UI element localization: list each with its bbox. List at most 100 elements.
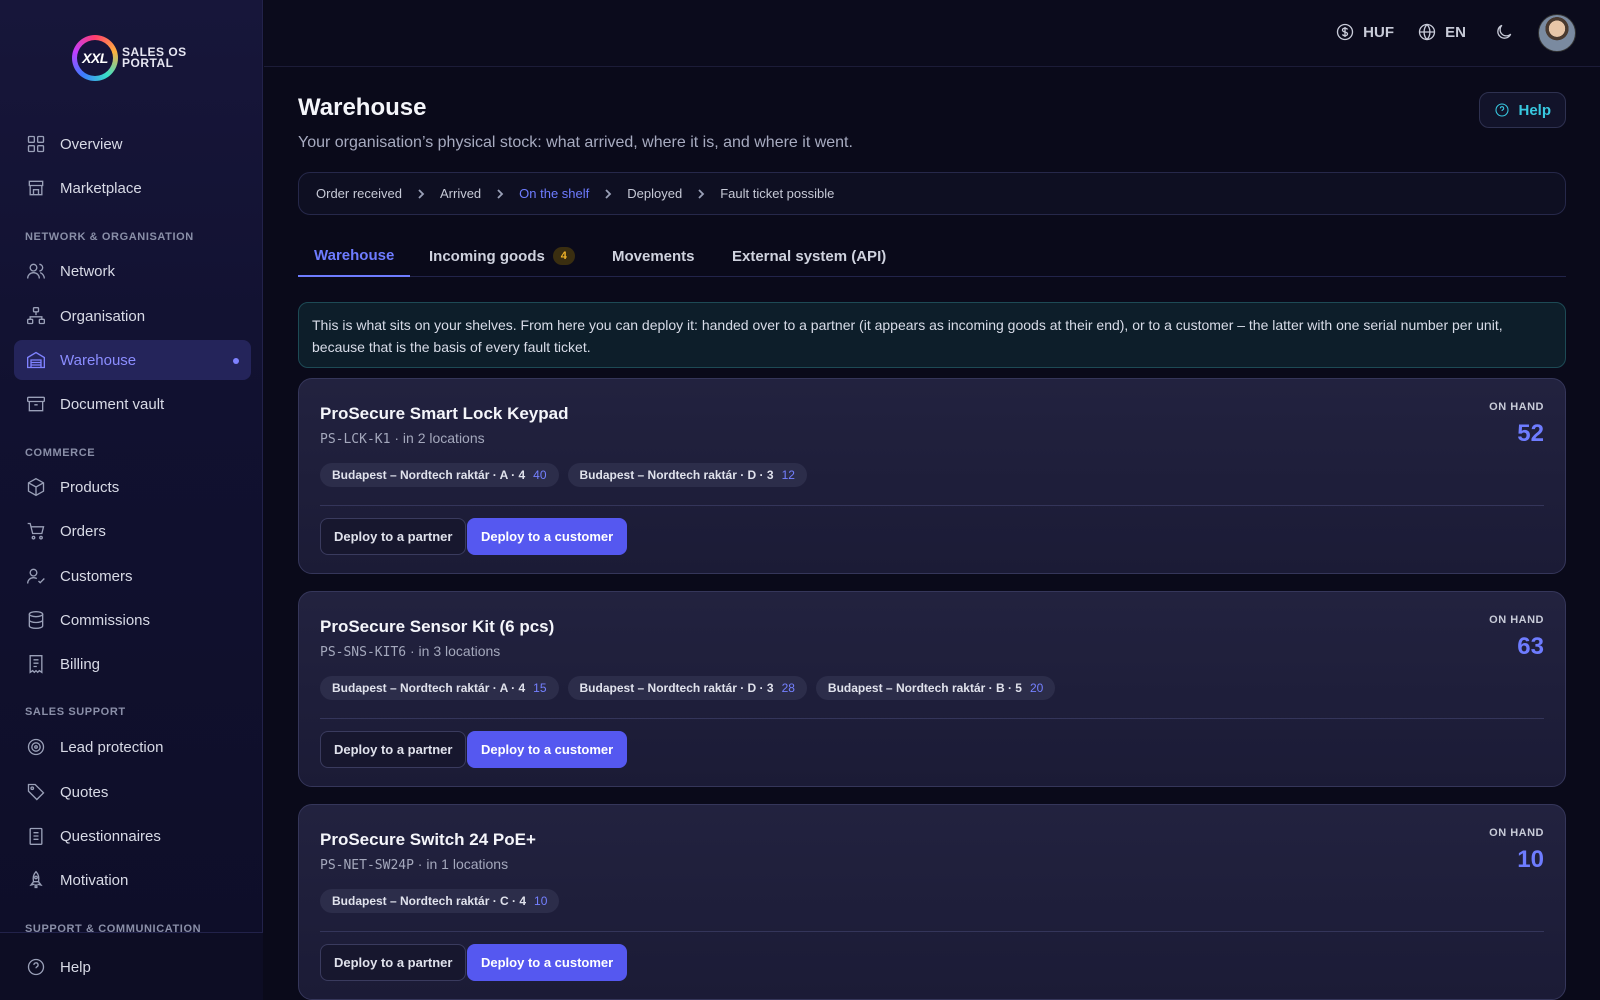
- database-icon: [28, 611, 44, 630]
- product-name: ProSecure Smart Lock Keypad: [320, 404, 569, 423]
- tab-incoming-goods[interactable]: Incoming goods 4: [413, 235, 591, 277]
- sidebar-item-label: Organisation: [60, 307, 146, 325]
- help-circle-icon: [1495, 103, 1510, 117]
- sidebar-item-commissions[interactable]: Commissions: [14, 600, 251, 640]
- deploy-to-customer-button[interactable]: Deploy to a customer: [467, 731, 628, 768]
- location-qty: 12: [781, 468, 795, 482]
- sidebar-item-billing[interactable]: Billing: [14, 644, 251, 684]
- deploy-to-partner-button[interactable]: Deploy to a partner: [320, 731, 467, 768]
- logo-text: SALES OS PORTAL: [122, 46, 187, 70]
- chevron-right-icon: [497, 188, 504, 199]
- sidebar-item-questionnaires[interactable]: Questionnaires: [14, 816, 251, 856]
- location-chips: Budapest – Nordtech raktár · C · 4 10: [320, 889, 560, 913]
- location-chip: Budapest – Nordtech raktár · B · 5 20: [815, 676, 1056, 700]
- location-chip: Budapest – Nordtech raktár · C · 4 10: [320, 889, 560, 913]
- sidebar-item-help[interactable]: Help: [14, 947, 251, 987]
- chevron-right-icon: [418, 188, 425, 199]
- sidebar-item-label: Help: [60, 958, 91, 976]
- incoming-count-badge: 4: [552, 247, 575, 265]
- sidebar-item-label: Overview: [60, 135, 123, 153]
- sidebar-item-quotes[interactable]: Quotes: [14, 772, 251, 812]
- on-hand-value: 52: [1517, 420, 1544, 447]
- target-icon: [27, 738, 45, 756]
- product-meta: PS-SNS-KIT6 · in 3 locations: [320, 643, 500, 660]
- moon-icon: [1497, 24, 1512, 39]
- cart-icon: [27, 522, 45, 540]
- globe-icon: [1418, 23, 1436, 41]
- sidebar-item-network[interactable]: Network: [14, 251, 251, 291]
- help-button[interactable]: Help: [1479, 92, 1566, 128]
- sidebar-item-orders[interactable]: Orders: [14, 511, 251, 551]
- deploy-to-customer-button[interactable]: Deploy to a customer: [467, 518, 628, 555]
- dollar-circle-icon: [1337, 23, 1354, 41]
- card-divider: [320, 718, 1544, 719]
- sidebar-item-motivation[interactable]: Motivation: [14, 860, 251, 900]
- deploy-to-partner-button[interactable]: Deploy to a partner: [320, 518, 467, 555]
- sidebar-item-document-vault[interactable]: Document vault: [14, 384, 251, 424]
- location-label: Budapest – Nordtech raktár · A · 4: [332, 681, 526, 695]
- currency-selector[interactable]: HUF: [1335, 22, 1394, 42]
- product-card: ProSecure Smart Lock Keypad PS-LCK-K1 · …: [298, 378, 1566, 574]
- sidebar-item-lead-protection[interactable]: Lead protection: [14, 727, 251, 767]
- clipboard-icon: [29, 827, 43, 845]
- sidebar: XXL SALES OS PORTAL Overview Marketplace…: [0, 0, 263, 1000]
- location-label: Budapest – Nordtech raktár · D · 3: [579, 468, 774, 482]
- product-name: ProSecure Switch 24 PoE+: [320, 830, 536, 849]
- deploy-to-partner-button[interactable]: Deploy to a partner: [320, 944, 467, 981]
- stock-flow-breadcrumb: Order received Arrived On the shelf Depl…: [298, 172, 1566, 215]
- sidebar-item-products[interactable]: Products: [14, 467, 251, 507]
- product-card: ProSecure Sensor Kit (6 pcs) PS-SNS-KIT6…: [298, 591, 1566, 787]
- card-divider: [320, 505, 1544, 506]
- location-chips: Budapest – Nordtech raktár · A · 4 40 Bud…: [320, 463, 807, 487]
- language-selector[interactable]: EN: [1417, 22, 1466, 42]
- sidebar-item-warehouse[interactable]: Warehouse: [14, 340, 251, 380]
- location-chips: Budapest – Nordtech raktár · A · 4 15 Bud…: [320, 676, 1056, 700]
- tab-movements[interactable]: Movements: [596, 235, 711, 277]
- nav-section-network: NETWORK & ORGANISATION: [25, 231, 194, 243]
- sidebar-item-marketplace[interactable]: Marketplace: [14, 168, 251, 208]
- avatar[interactable]: [1538, 14, 1576, 52]
- on-hand-label: ON HAND: [1489, 827, 1544, 839]
- product-location-count: in 3 locations: [418, 643, 501, 659]
- product-location-count: in 1 locations: [426, 856, 509, 872]
- help-button-label: Help: [1518, 101, 1551, 119]
- breadcrumb-step: Arrived: [439, 186, 482, 201]
- sidebar-item-label: Products: [60, 478, 120, 496]
- location-qty: 28: [781, 681, 795, 695]
- sidebar-item-label: Billing: [60, 655, 101, 673]
- location-label: Budapest – Nordtech raktár · B · 5: [827, 681, 1022, 695]
- tab-external-api[interactable]: External system (API): [716, 235, 902, 277]
- logo-mark: XXL: [77, 40, 113, 76]
- breadcrumb-step-current: On the shelf: [519, 186, 590, 201]
- deploy-to-customer-button[interactable]: Deploy to a customer: [467, 944, 628, 981]
- receipt-icon: [29, 655, 43, 674]
- sidebar-item-label: Commissions: [60, 611, 151, 629]
- sidebar-footer: Help: [0, 932, 263, 1000]
- info-notice: This is what sits on your shelves. From …: [298, 302, 1566, 368]
- logo-line-2: PORTAL: [122, 56, 174, 70]
- sidebar-item-overview[interactable]: Overview: [14, 124, 251, 164]
- on-hand-value: 10: [1517, 846, 1544, 873]
- location-chip: Budapest – Nordtech raktár · A · 4 40: [320, 463, 559, 487]
- org-chart-icon: [27, 307, 45, 325]
- sidebar-item-organisation[interactable]: Organisation: [14, 296, 251, 336]
- sidebar-item-customers[interactable]: Customers: [14, 556, 251, 596]
- location-qty: 40: [533, 468, 547, 482]
- breadcrumb-step: Fault ticket possible: [720, 186, 835, 201]
- breadcrumb-step: Deployed: [627, 186, 683, 201]
- product-name: ProSecure Sensor Kit (6 pcs): [320, 617, 555, 636]
- sidebar-item-label: Lead protection: [60, 738, 164, 756]
- sidebar-item-label: Warehouse: [60, 351, 137, 369]
- on-hand-label: ON HAND: [1489, 401, 1544, 413]
- nav-section-commerce: COMMERCE: [25, 447, 96, 459]
- help-circle-icon: [27, 958, 45, 976]
- logo-ring-icon: XXL: [72, 35, 118, 81]
- theme-toggle[interactable]: [1494, 22, 1514, 42]
- product-sku: PS-LCK-K1: [320, 432, 391, 447]
- location-qty: 20: [1029, 681, 1044, 695]
- product-meta: PS-NET-SW24P · in 1 locations: [320, 856, 508, 873]
- brand-logo[interactable]: XXL SALES OS PORTAL: [72, 35, 202, 81]
- tab-label: Movements: [612, 247, 695, 265]
- sidebar-item-label: Orders: [60, 522, 106, 540]
- tab-warehouse[interactable]: Warehouse: [298, 235, 411, 277]
